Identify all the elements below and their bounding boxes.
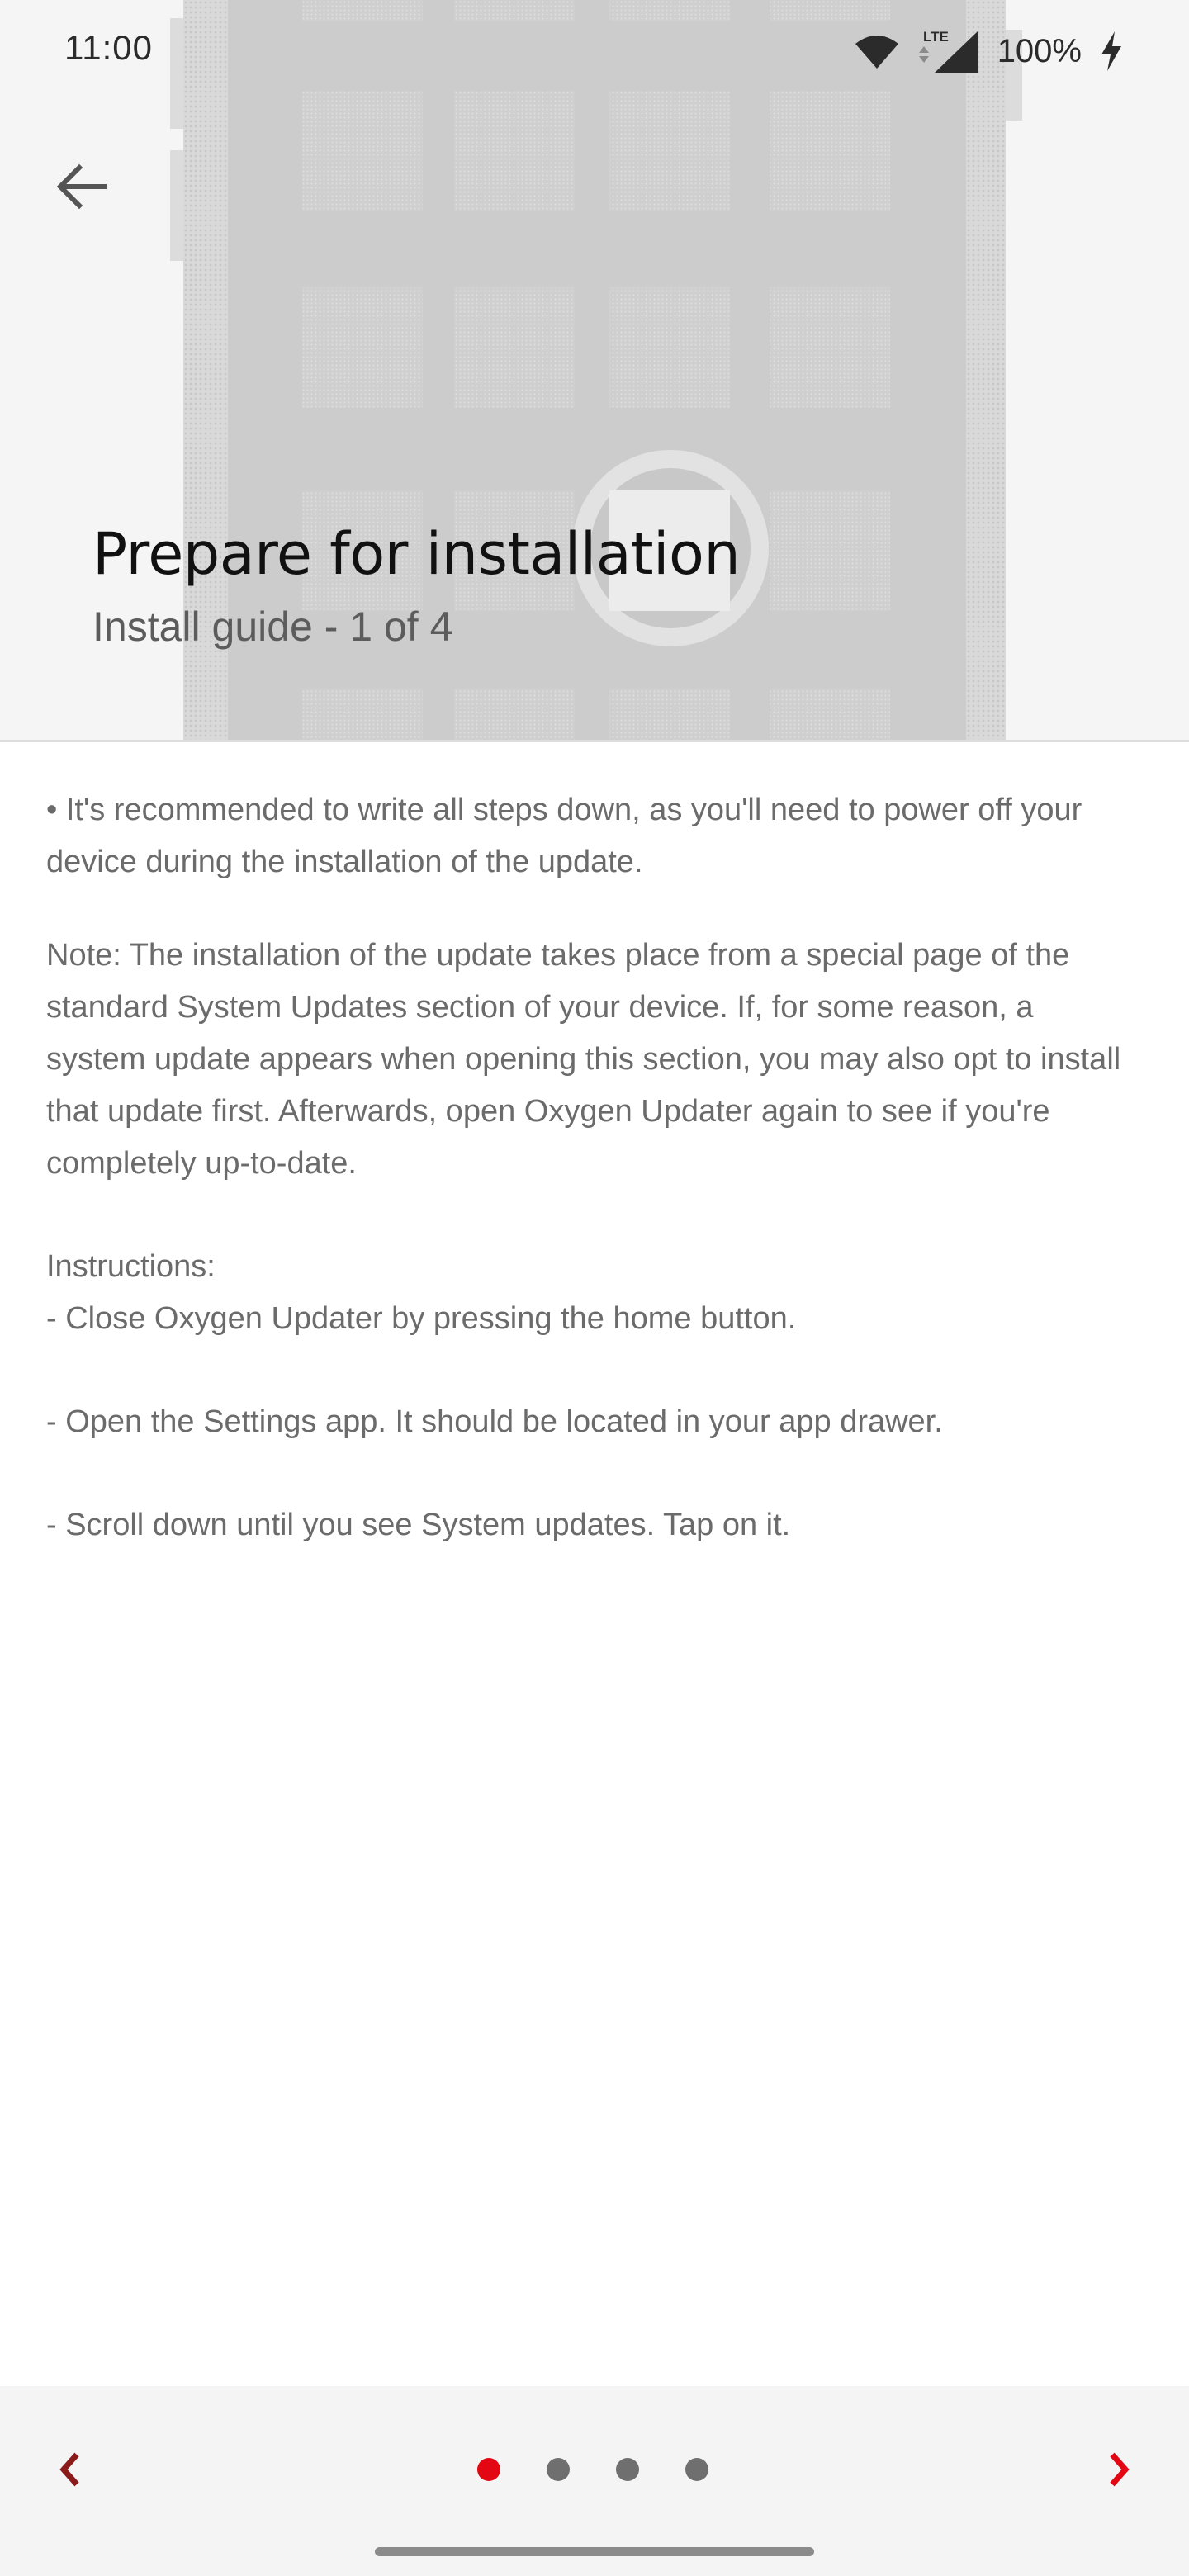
back-button[interactable] bbox=[41, 147, 121, 226]
signal-icon: LTE bbox=[918, 29, 978, 73]
instruction-step: - Close Oxygen Updater by pressing the h… bbox=[46, 1301, 797, 1336]
charging-icon bbox=[1101, 31, 1121, 71]
page-indicator bbox=[477, 2457, 708, 2482]
header-divider bbox=[0, 740, 1189, 742]
page-dot-2[interactable] bbox=[547, 2458, 570, 2481]
wifi-icon bbox=[855, 36, 898, 69]
page-dot-4[interactable] bbox=[685, 2458, 708, 2481]
instruction-step: - Open the Settings app. It should be lo… bbox=[46, 1404, 943, 1439]
pager-bar bbox=[0, 2386, 1189, 2576]
page-subtitle: Install guide - 1 of 4 bbox=[92, 604, 453, 650]
status-bar: 11:00 LTE 100% bbox=[0, 0, 1189, 104]
home-indicator[interactable] bbox=[375, 2547, 814, 2556]
page-dot-3[interactable] bbox=[616, 2458, 639, 2481]
recommendation-text: • It's recommended to write all steps do… bbox=[46, 793, 1082, 879]
page-dot-1[interactable] bbox=[477, 2458, 500, 2481]
header: 11:00 LTE 100% Prepare for installation … bbox=[0, 0, 1189, 741]
page-title: Prepare for installation bbox=[92, 520, 741, 588]
status-time: 11:00 bbox=[64, 28, 153, 67]
chevron-right-icon bbox=[1110, 2452, 1130, 2487]
chevron-left-icon bbox=[59, 2452, 79, 2487]
network-type: LTE bbox=[923, 29, 949, 45]
previous-page-button[interactable] bbox=[41, 2441, 99, 2498]
arrow-left-icon bbox=[56, 163, 107, 210]
next-page-button[interactable] bbox=[1090, 2441, 1148, 2498]
status-icons: LTE 100% bbox=[854, 25, 1125, 78]
instructions-label: Instructions: bbox=[46, 1249, 216, 1284]
guide-content: • It's recommended to write all steps do… bbox=[46, 784, 1136, 1551]
battery-percentage: 100% bbox=[997, 32, 1082, 69]
note-text: Note: The installation of the update tak… bbox=[46, 938, 1121, 1181]
instruction-step: - Scroll down until you see System updat… bbox=[46, 1508, 791, 1542]
